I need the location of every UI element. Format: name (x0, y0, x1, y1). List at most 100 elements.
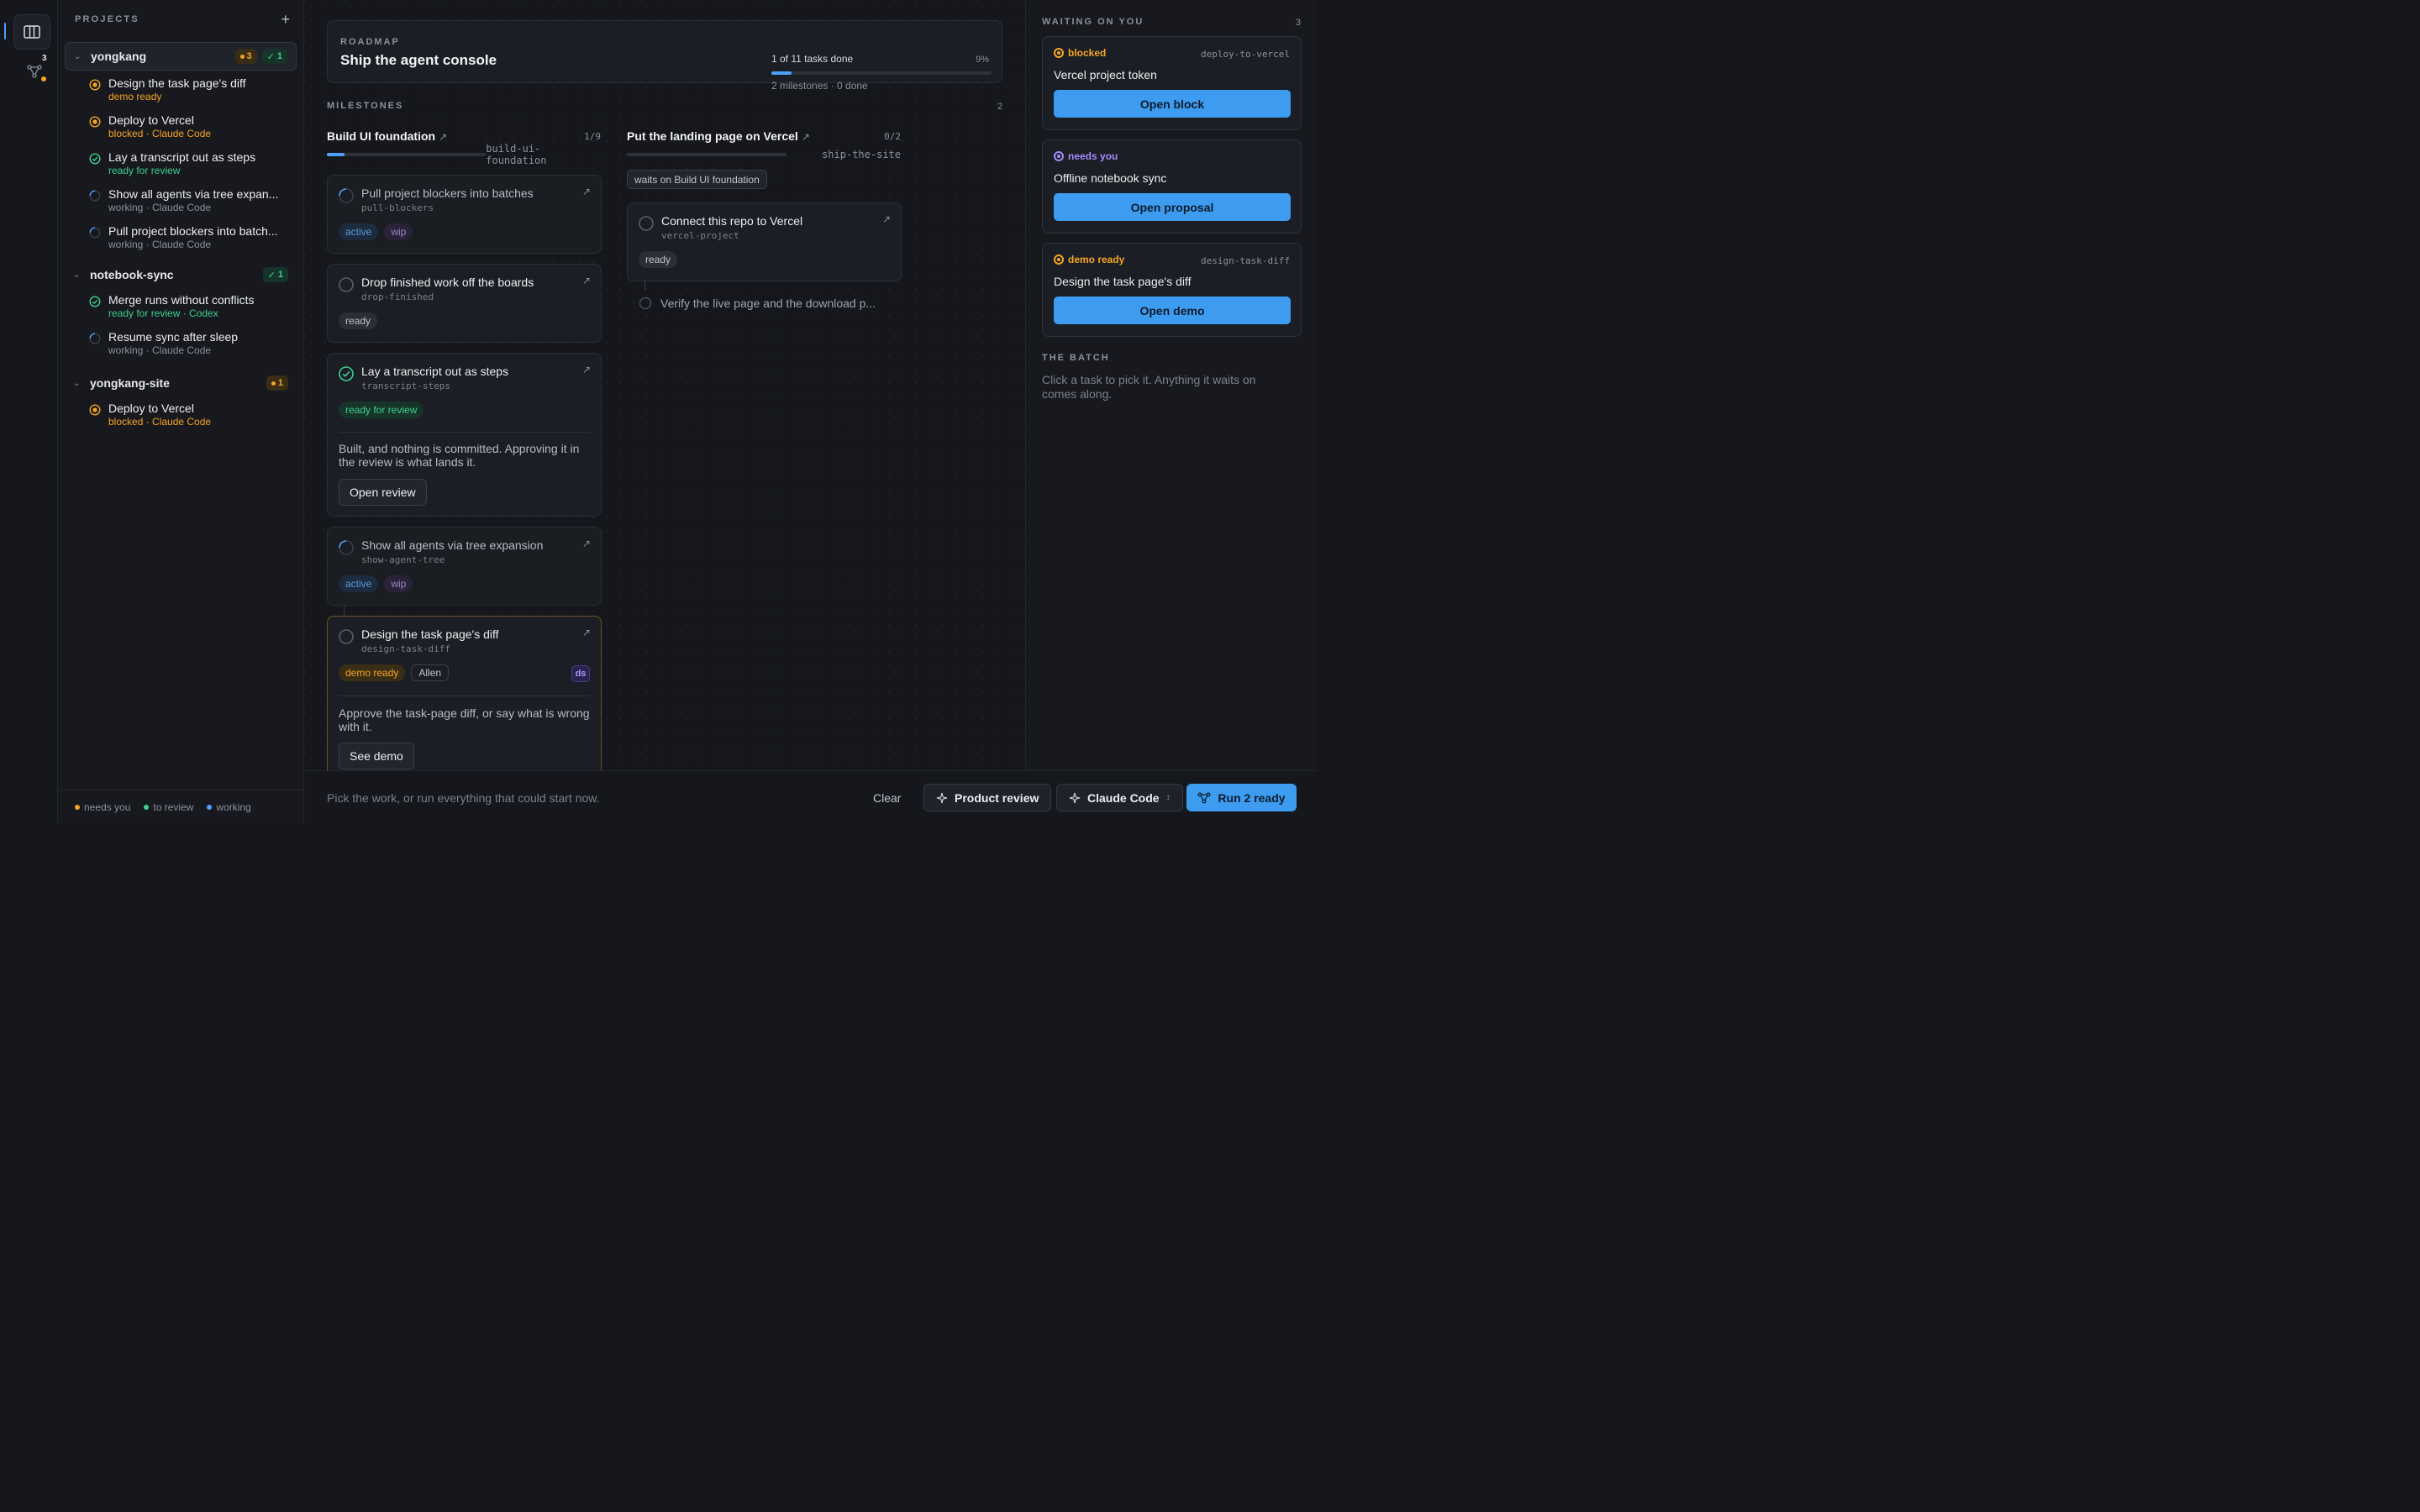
task-status: working · Claude Code (108, 344, 212, 356)
task-status: working · Claude Code (108, 202, 212, 213)
product-review-button[interactable]: Product review (923, 784, 1052, 811)
tag-ready-for-review: ready for review (339, 402, 424, 418)
demo-ready-icon (89, 79, 101, 91)
sidebar-task[interactable]: Resume sync after sleep working · Claude… (65, 329, 297, 366)
legend-working: working (207, 801, 251, 813)
task-card[interactable]: Pull project blockers into batches pull-… (327, 175, 602, 254)
milestones-count: 2 (997, 102, 1002, 112)
waiting-panel: WAITING ON YOU 3 blocked deploy-to-verce… (1025, 0, 1318, 770)
milestone-progress-bar (627, 153, 786, 156)
task-name: Deploy to Vercel (108, 113, 194, 127)
card-title: Design the task page's diff (361, 627, 499, 641)
action-bar: Pick the work, or run everything that co… (304, 770, 1318, 823)
action-hint: Pick the work, or run everything that co… (327, 791, 600, 805)
waiting-title-text: Offline notebook sync (1054, 171, 1167, 185)
progress-percent: 9% (976, 55, 989, 65)
waiting-title-text: Design the task page's diff (1054, 275, 1192, 288)
roadmap-label: ROADMAP (340, 37, 400, 47)
task-status: demo ready (108, 91, 162, 102)
board-view-button[interactable] (13, 14, 50, 50)
waiting-status: blocked (1054, 47, 1106, 59)
milestone-title-link[interactable]: Put the landing page on Vercel ↗ (627, 129, 810, 143)
graph-count: 3 (42, 54, 47, 63)
agent-select[interactable]: Claude Code ↕ (1056, 784, 1183, 811)
attention-dot (41, 76, 46, 81)
task-status: ready for review (108, 165, 181, 176)
milestone-column: Build UI foundation ↗ 1/9 build-ui-founda… (327, 129, 601, 166)
open-external-icon[interactable]: ↗ (582, 186, 591, 197)
open-external-icon[interactable]: ↗ (582, 364, 591, 375)
graph-icon (27, 65, 42, 78)
sidebar-task[interactable]: Lay a transcript out as steps ready for … (65, 150, 297, 186)
sidebar-task[interactable]: Pull project blockers into batch... work… (65, 223, 297, 260)
open-external-icon[interactable]: ↗ (582, 538, 591, 549)
nav-rail: 3 (0, 0, 58, 823)
open-proposal-button[interactable]: Open proposal (1054, 193, 1291, 221)
tag-demo-ready: demo ready (339, 664, 406, 681)
run-ready-button[interactable]: Run 2 ready (1186, 784, 1297, 811)
tag-active: active (339, 575, 379, 592)
milestone-slug: build-ui-foundation (486, 143, 547, 166)
task-card[interactable]: Design the task page's diff design-task-… (327, 616, 602, 770)
open-external-icon[interactable]: ↗ (582, 627, 591, 638)
open-block-button[interactable]: Open block (1054, 90, 1291, 118)
project-header[interactable]: ⌄ yongkang 3 ✓ 1 (65, 42, 297, 71)
sidebar-task[interactable]: Merge runs without conflicts ready for r… (65, 292, 297, 329)
milestone-slug: ship-the-site (822, 149, 901, 160)
sidebar-task[interactable]: Deploy to Vercel blocked · Claude Code (65, 113, 297, 150)
batch-title: THE BATCH (1042, 353, 1110, 363)
chevron-down-icon[interactable]: ⌄ (73, 379, 83, 388)
task-name: Lay a transcript out as steps (108, 150, 256, 164)
card-slug: show-agent-tree (361, 554, 445, 565)
see-demo-button[interactable]: See demo (339, 743, 414, 769)
card-title: Connect this repo to Vercel (661, 214, 803, 228)
project-yongkang: ⌄ yongkang 3 ✓ 1 Design the task page's d… (65, 42, 297, 260)
tag-active: active (339, 223, 379, 240)
project-name: yongkang (91, 50, 147, 63)
project-header[interactable]: ⌄ yongkang-site 1 (65, 369, 297, 397)
milestone-progress-bar (327, 153, 487, 156)
pending-task[interactable]: Verify the live page and the download p.… (639, 297, 876, 310)
progress-fill (327, 153, 345, 156)
milestone-count: 1/9 (584, 130, 601, 142)
milestone-title-link[interactable]: Build UI foundation ↗ (327, 129, 447, 143)
project-name: yongkang-site (90, 376, 170, 390)
card-title: Pull project blockers into batches (361, 186, 534, 200)
task-card[interactable]: Drop finished work off the boards drop-f… (327, 264, 602, 343)
waiting-title-text: Vercel project token (1054, 68, 1157, 81)
task-card[interactable]: Lay a transcript out as steps transcript… (327, 353, 602, 517)
open-review-button[interactable]: Open review (339, 479, 427, 506)
open-demo-button[interactable]: Open demo (1054, 297, 1291, 324)
external-link-icon: ↗ (439, 131, 448, 143)
external-link-icon: ↗ (801, 131, 810, 143)
clear-button[interactable]: Clear (873, 791, 901, 805)
project-header[interactable]: ⌄ notebook-sync ✓ 1 (65, 260, 297, 289)
tag-wip: wip (384, 575, 413, 592)
add-project-button[interactable]: + (281, 12, 290, 27)
chevron-down-icon[interactable]: ⌄ (73, 270, 83, 280)
roadmap-progress-bar (771, 71, 992, 75)
waits-on-chip: waits on Build UI foundation (627, 170, 767, 189)
demo-ready-icon (1054, 255, 1064, 265)
task-name: Pull project blockers into batch... (108, 224, 278, 238)
sidebar-task[interactable]: Deploy to Vercel blocked · Claude Code (65, 401, 297, 438)
card-title: Drop finished work off the boards (361, 276, 534, 289)
chevron-down-icon[interactable]: ⌄ (74, 52, 84, 61)
needs-badge: 3 (234, 49, 257, 64)
sidebar-task[interactable]: Design the task page's diff demo ready (65, 76, 297, 113)
task-card[interactable]: Connect this repo to Vercel vercel-proje… (627, 202, 902, 281)
spinner-icon (89, 190, 101, 202)
progress-text: 1 of 11 tasks done (771, 53, 854, 65)
columns-icon (24, 25, 40, 39)
task-card[interactable]: Show all agents via tree expansion show-… (327, 527, 602, 606)
task-name: Resume sync after sleep (108, 330, 239, 344)
waiting-card: blocked deploy-to-vercel Vercel project … (1042, 36, 1302, 130)
spinner-icon (339, 188, 354, 203)
open-external-icon[interactable]: ↗ (882, 213, 891, 225)
milestone-column: Put the landing page on Vercel ↗ 0/2 ship… (627, 129, 901, 160)
avatar: ds (571, 665, 590, 682)
open-external-icon[interactable]: ↗ (582, 275, 591, 286)
task-status: blocked · Claude Code (108, 416, 212, 428)
sidebar-task[interactable]: Show all agents via tree expan... workin… (65, 186, 297, 223)
roadmap-header: ROADMAP Ship the agent console 1 of 11 t… (327, 20, 1002, 92)
